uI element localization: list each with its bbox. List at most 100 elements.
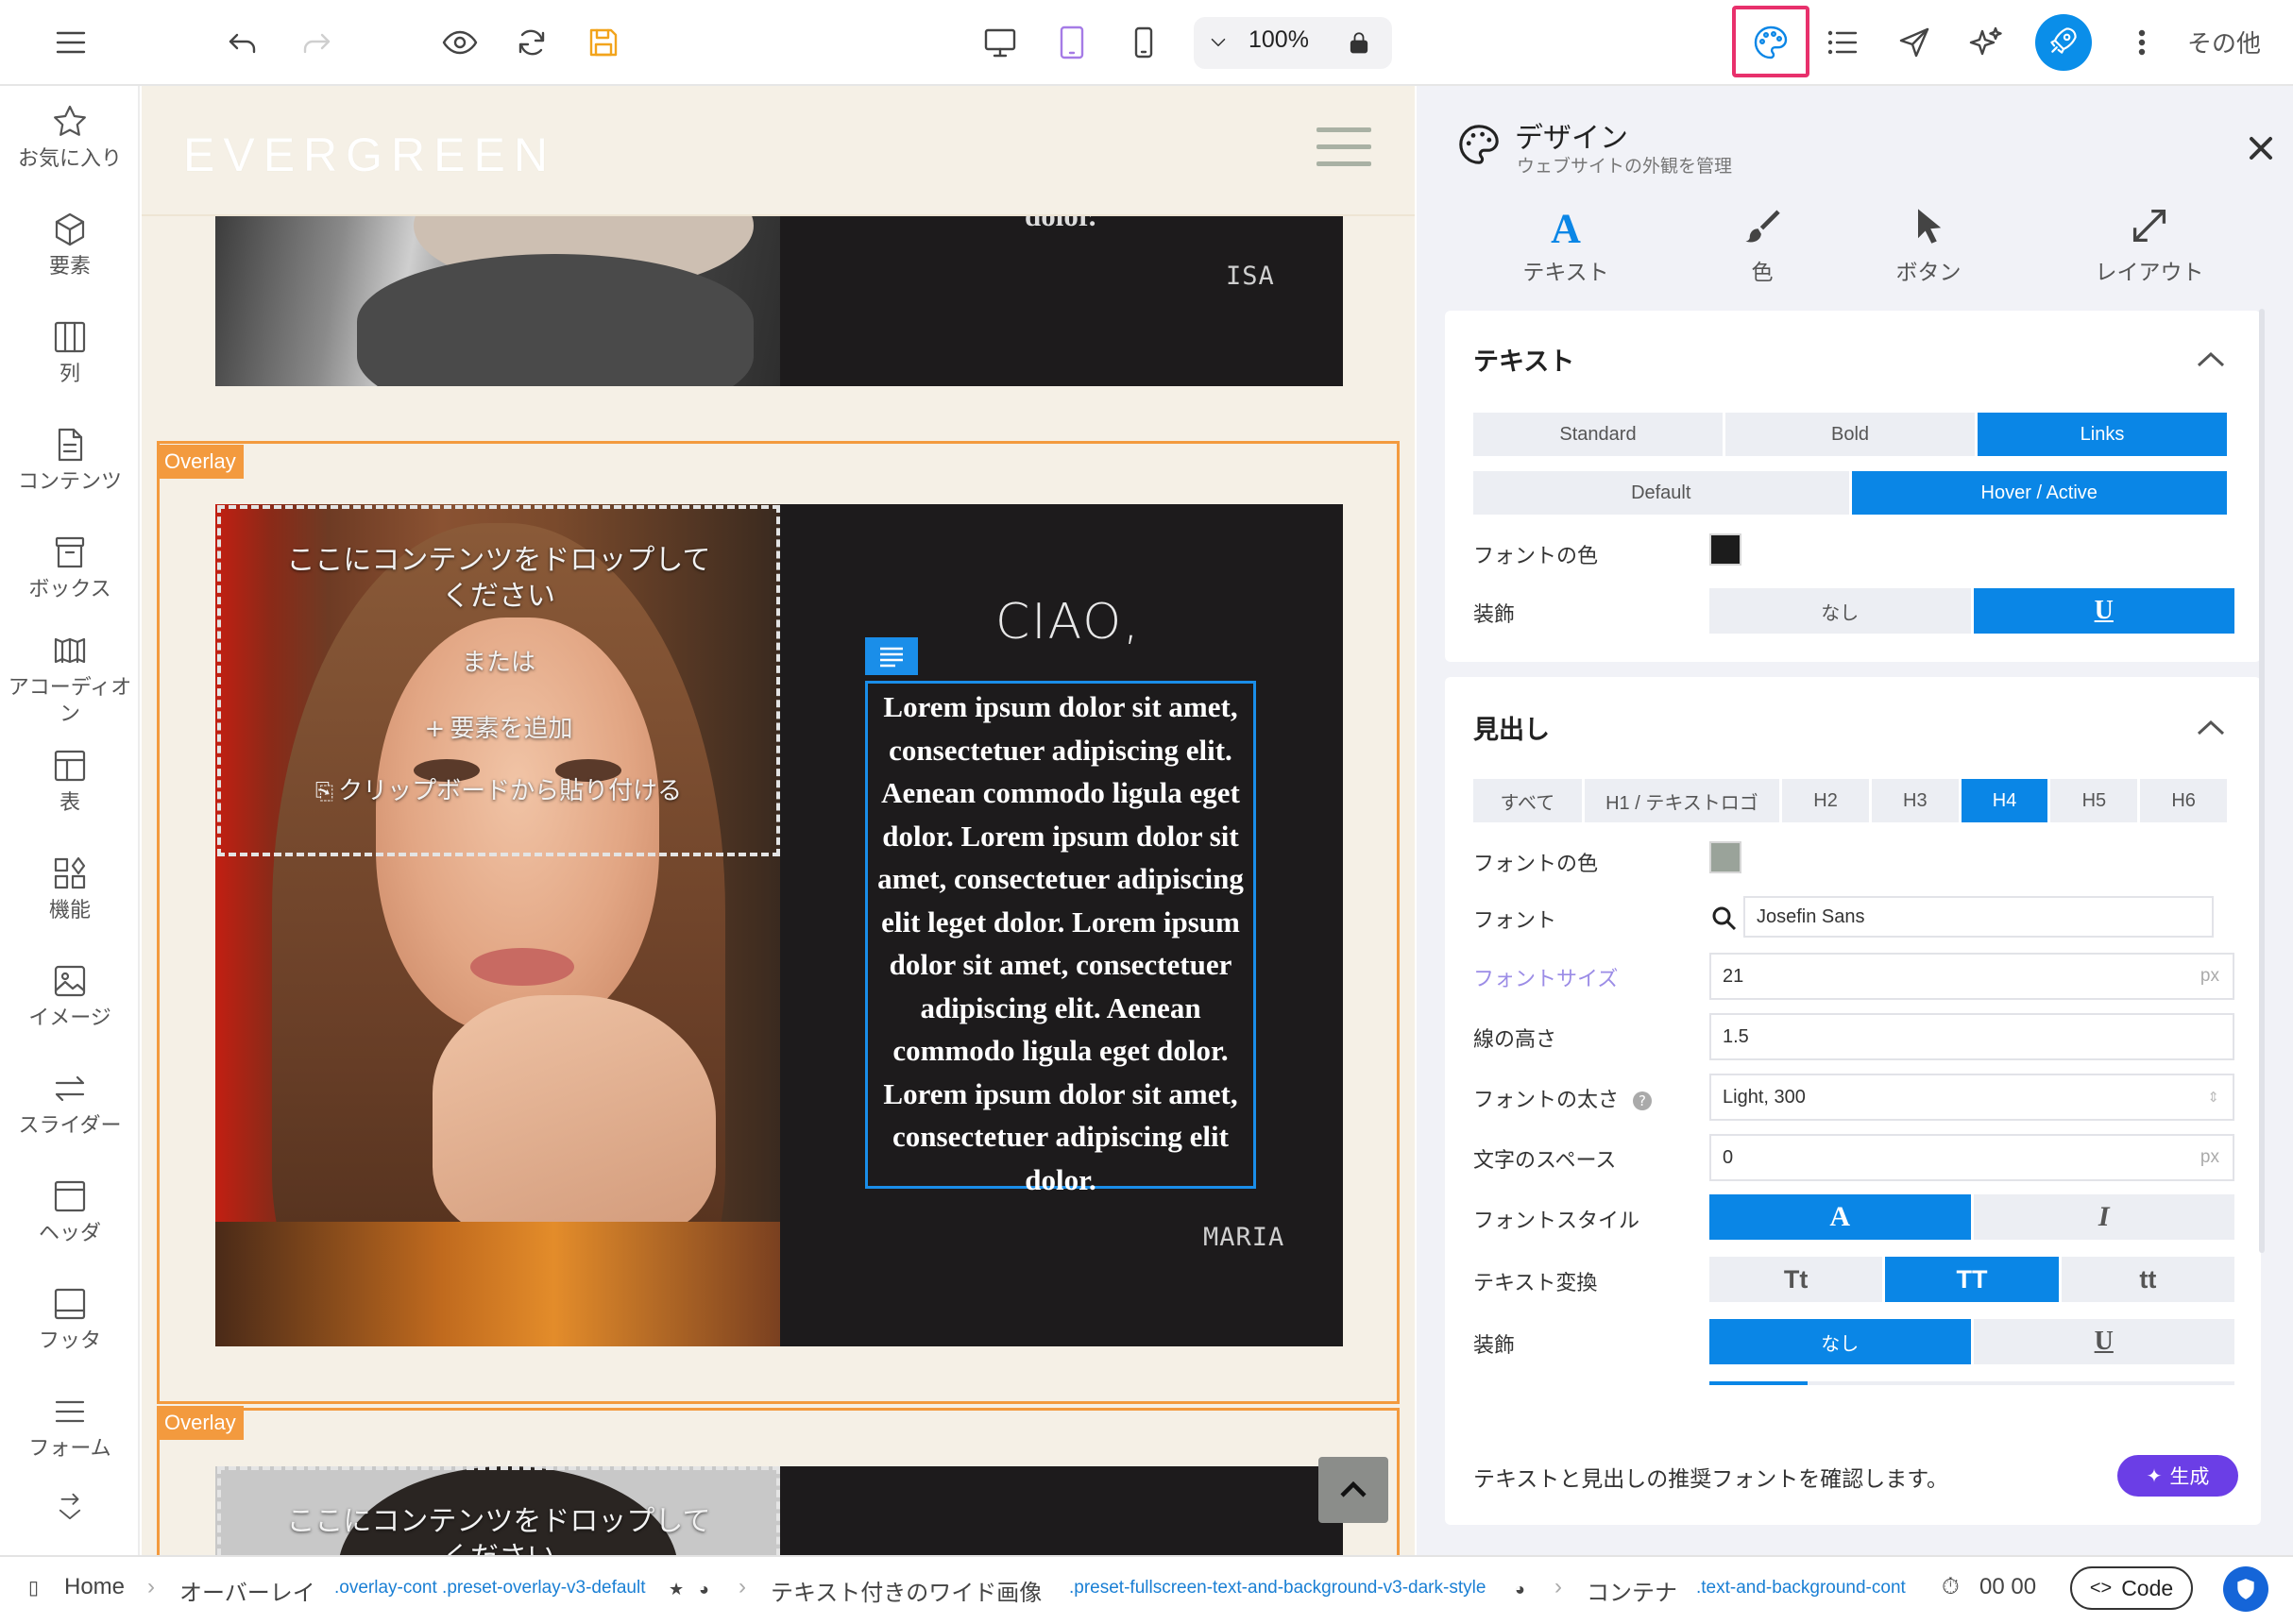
heading-level-h1[interactable]: H1 / テキストロゴ <box>1584 779 1780 822</box>
heading-level-h6[interactable]: H6 <box>2140 779 2227 822</box>
dropzone-2[interactable]: ここにコンテンツをドロップして ください <box>217 1466 780 1555</box>
site-header[interactable]: EVERGREEN <box>142 86 1415 216</box>
text-style-links[interactable]: Links <box>1978 413 2227 456</box>
selected-text-block[interactable]: Lorem ipsum dolor sit amet, consectetuer… <box>865 681 1256 1196</box>
redo-icon[interactable] <box>287 13 346 72</box>
text-edit-tag[interactable] <box>865 637 918 675</box>
transform-uppercase[interactable]: TT <box>1885 1257 2059 1302</box>
publish-button[interactable] <box>2035 14 2092 71</box>
heading-decoration-none[interactable]: なし <box>1709 1319 1971 1364</box>
text-style-bold[interactable]: Bold <box>1725 413 1975 456</box>
sidebar-item-favorites[interactable]: お気に入り <box>0 103 140 173</box>
sidebar-more-chevron[interactable] <box>0 1493 140 1531</box>
heading-style-italic[interactable]: I <box>1973 1194 2234 1240</box>
heading-font-input[interactable]: Josefin Sans <box>1743 896 2214 938</box>
add-element-button[interactable]: + 要素を追加 <box>221 709 776 744</box>
more-icon[interactable] <box>2123 13 2161 72</box>
star-icon[interactable]: ★ <box>669 1580 684 1599</box>
chevron-up-icon[interactable] <box>2195 350 2227 369</box>
send-icon[interactable] <box>1885 13 1944 72</box>
table-icon <box>54 750 86 782</box>
overlay-tag-2[interactable]: Overlay <box>157 1406 244 1440</box>
generate-button[interactable]: ✦ 生成 <box>2117 1455 2238 1497</box>
heading-level-h5[interactable]: H5 <box>2050 779 2138 822</box>
breadcrumb-overlay-class[interactable]: .overlay-cont .preset-overlay-v3-default <box>334 1578 645 1599</box>
overlay-tag[interactable]: Overlay <box>157 445 244 479</box>
site-logo[interactable]: EVERGREEN <box>183 127 556 182</box>
palette-icon[interactable]: ◕ <box>1515 1580 1525 1599</box>
heading-section-title[interactable]: 見出し <box>1473 709 1550 746</box>
breadcrumb-home[interactable]: Home <box>64 1574 125 1600</box>
sidebar-item-box[interactable]: ボックス <box>0 533 140 603</box>
heading-line-height-input[interactable]: 1.5 <box>1709 1013 2234 1060</box>
sidebar-item-footer[interactable]: フッタ <box>0 1285 140 1355</box>
heading-font-color-swatch[interactable] <box>1709 841 1741 873</box>
sidebar-item-table[interactable]: 表 <box>0 747 140 817</box>
sidebar-item-slider[interactable]: スライダー <box>0 1070 140 1140</box>
heading-spacing-input[interactable]: 0 px <box>1709 1134 2234 1181</box>
mobile-icon[interactable] <box>1114 13 1173 72</box>
menu-icon[interactable] <box>42 13 100 72</box>
text-section-title[interactable]: テキスト <box>1473 341 1574 378</box>
tab-color[interactable]: 色 <box>1677 205 1847 286</box>
tablet-icon[interactable] <box>1043 13 1101 72</box>
breadcrumb-wide-image[interactable]: テキスト付きのワイド画像 <box>771 1574 1042 1607</box>
site-hamburger-icon[interactable] <box>1316 127 1371 178</box>
breadcrumb-overlay[interactable]: オーバーレイ <box>179 1574 315 1607</box>
heading-level-h3[interactable]: H3 <box>1871 779 1959 822</box>
text-font-color-swatch[interactable] <box>1709 533 1741 566</box>
link-state-default[interactable]: Default <box>1473 471 1849 515</box>
palette-icon[interactable]: ◕ <box>699 1580 709 1599</box>
dropzone[interactable]: ここにコンテンツをドロップして ください または + 要素を追加 ⎘ クリップボ… <box>217 505 780 856</box>
list-icon[interactable] <box>1813 13 1872 72</box>
tab-buttons[interactable]: ボタン <box>1843 205 2013 286</box>
refresh-icon[interactable] <box>502 13 561 72</box>
panel-scrollbar-track[interactable] <box>2259 309 2265 1253</box>
text-decoration-none[interactable]: なし <box>1709 588 1971 634</box>
heading-style-normal[interactable]: A <box>1709 1194 1971 1240</box>
heading-ciao[interactable]: CIAO, <box>995 594 1141 651</box>
heading-weight-select[interactable]: Light, 300 ⇕ <box>1709 1074 2234 1121</box>
code-button[interactable]: <> Code <box>2070 1566 2193 1610</box>
chevron-down-icon[interactable] <box>1192 13 1245 72</box>
heading-level-h2[interactable]: H2 <box>1782 779 1869 822</box>
photo-isa[interactable] <box>215 216 780 386</box>
breadcrumb-container-class[interactable]: .text-and-background-cont <box>1696 1578 1906 1599</box>
heading-font-size-input[interactable]: 21 px <box>1709 953 2234 1000</box>
link-state-hover[interactable]: Hover / Active <box>1851 471 2227 515</box>
shield-icon[interactable] <box>2223 1566 2268 1612</box>
transform-lowercase[interactable]: tt <box>2061 1257 2234 1302</box>
breadcrumb-wide-image-class[interactable]: .preset-fullscreen-text-and-background-v… <box>1069 1578 1486 1599</box>
sparkle-icon[interactable] <box>1957 13 2015 72</box>
more-label[interactable]: その他 <box>2187 25 2261 59</box>
paste-clipboard-button[interactable]: ⎘ クリップボードから貼り付ける <box>221 771 776 806</box>
sidebar-item-image[interactable]: イメージ <box>0 962 140 1032</box>
heading-level-h4[interactable]: H4 <box>1961 779 2048 822</box>
sidebar-item-content[interactable]: コンテンツ <box>0 426 140 496</box>
close-icon[interactable] <box>2242 129 2280 167</box>
eye-icon[interactable] <box>431 13 489 72</box>
zoom-level[interactable]: 100% <box>1248 26 1309 54</box>
undo-icon[interactable] <box>213 13 272 72</box>
tab-layout[interactable]: レイアウト <box>2064 205 2234 286</box>
heading-decoration-underline[interactable]: U <box>1973 1319 2234 1364</box>
desktop-icon[interactable] <box>971 13 1029 72</box>
transform-capitalize[interactable]: Tt <box>1709 1257 1883 1302</box>
text-decoration-underline[interactable]: U <box>1973 588 2234 634</box>
text-style-standard[interactable]: Standard <box>1473 413 1723 456</box>
chevron-up-icon[interactable] <box>2195 719 2227 737</box>
sidebar-item-accordion[interactable]: アコーディオン <box>0 632 140 728</box>
help-icon[interactable]: ? <box>1633 1091 1653 1110</box>
save-icon[interactable] <box>574 13 633 72</box>
sidebar-item-form[interactable]: フォーム <box>0 1393 140 1463</box>
tab-text[interactable]: A テキスト <box>1481 205 1651 286</box>
lock-icon[interactable] <box>1330 13 1388 72</box>
sidebar-item-header[interactable]: ヘッダ <box>0 1177 140 1247</box>
sidebar-item-features[interactable]: 機能 <box>0 854 140 924</box>
sidebar-item-elements[interactable]: 要素 <box>0 211 140 280</box>
scroll-top-button[interactable] <box>1318 1457 1388 1523</box>
heading-level-all[interactable]: すべて <box>1473 779 1582 822</box>
breadcrumb-container[interactable]: コンテナ <box>1587 1574 1677 1607</box>
palette-icon[interactable] <box>1741 13 1800 72</box>
sidebar-item-columns[interactable]: 列 <box>0 318 140 388</box>
